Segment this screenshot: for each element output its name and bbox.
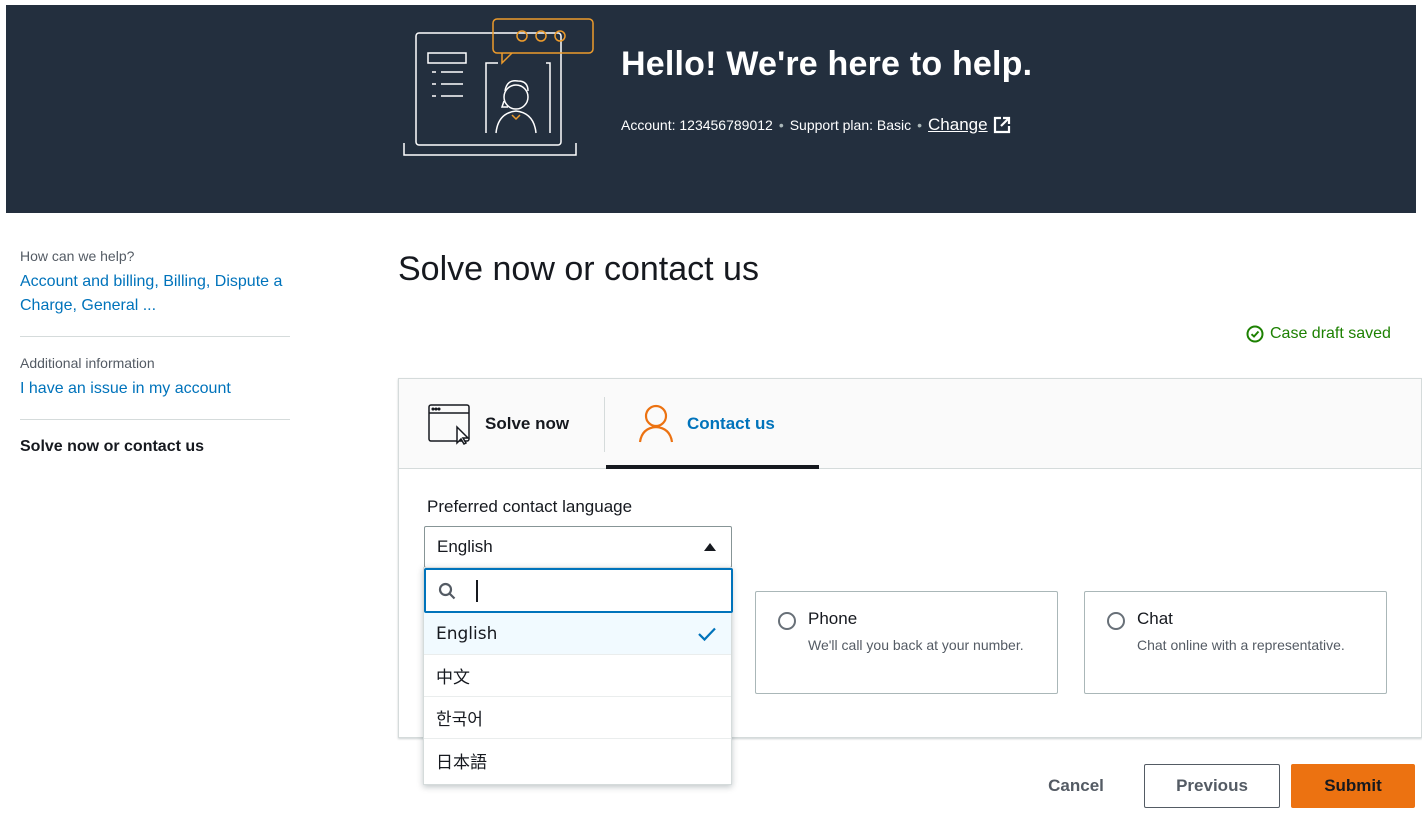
draft-status: Case draft saved	[1246, 325, 1391, 343]
phone-option-title: Phone	[808, 609, 858, 628]
page-title: Solve now or contact us	[398, 250, 759, 288]
submit-button[interactable]: Submit	[1291, 764, 1415, 808]
phone-radio[interactable]	[778, 612, 796, 630]
change-plan-link[interactable]: Change	[928, 115, 1011, 135]
contact-option-phone[interactable]: Phone We'll call you back at your number…	[755, 591, 1058, 694]
tab-bar: Solve now Contact us	[399, 379, 1421, 469]
sidebar-link-category[interactable]: Account and billing, Billing, Dispute a …	[20, 270, 290, 318]
check-circle-icon	[1246, 325, 1264, 343]
language-dropdown: English 中文 한국어 日本語	[423, 567, 733, 785]
person-icon	[638, 404, 674, 443]
separator-dot: •	[917, 117, 923, 133]
support-plan: Support plan: Basic	[789, 117, 912, 133]
language-option-korean[interactable]: 한국어	[424, 697, 731, 739]
account-id: Account: 123456789012	[621, 117, 773, 133]
language-option-label: 한국어	[436, 710, 483, 730]
sidebar-divider	[20, 336, 290, 337]
sidebar: How can we help? Account and billing, Bi…	[20, 248, 290, 456]
language-option-label: 日本語	[436, 752, 487, 773]
contact-option-chat[interactable]: Chat Chat online with a representative.	[1084, 591, 1387, 694]
change-link-label: Change	[928, 115, 988, 134]
language-field-label: Preferred contact language	[427, 497, 633, 516]
language-select-value: English	[437, 537, 493, 556]
sidebar-current-step: Solve now or contact us	[20, 438, 205, 455]
chat-option-title: Chat	[1137, 609, 1173, 628]
external-link-icon	[993, 116, 1010, 134]
text-cursor	[476, 579, 478, 602]
language-option-english[interactable]: English	[424, 613, 731, 655]
language-option-chinese[interactable]: 中文	[424, 655, 731, 697]
tab-contact-us-label: Contact us	[687, 414, 775, 433]
language-search-input[interactable]	[424, 568, 733, 613]
hero-banner: Hello! We're here to help. Account: 1234…	[6, 5, 1416, 213]
separator-dot: •	[778, 117, 784, 133]
tab-divider	[604, 397, 605, 452]
chat-radio[interactable]	[1107, 612, 1125, 630]
caret-up-icon	[704, 543, 716, 551]
language-option-label: English	[436, 623, 498, 644]
account-info: Account: 123456789012 • Support plan: Ba…	[621, 115, 1011, 135]
search-icon	[438, 582, 456, 599]
tab-solve-now[interactable]: Solve now	[427, 379, 569, 469]
browser-cursor-icon	[428, 404, 470, 445]
language-option-japanese[interactable]: 日本語	[424, 739, 731, 781]
sidebar-heading-additional: Additional information	[20, 355, 155, 371]
sidebar-heading-help: How can we help?	[20, 248, 135, 264]
language-option-label: 中文	[436, 668, 470, 688]
tab-solve-now-label: Solve now	[485, 414, 570, 433]
language-select[interactable]: English	[424, 526, 732, 568]
active-tab-indicator	[606, 465, 819, 469]
sidebar-link-additional-info[interactable]: I have an issue in my account	[20, 377, 290, 401]
previous-button[interactable]: Previous	[1144, 764, 1280, 808]
draft-status-text: Case draft saved	[1270, 325, 1391, 342]
sidebar-divider	[20, 419, 290, 420]
chat-option-description: Chat online with a representative.	[1137, 637, 1345, 653]
support-illustration	[403, 18, 594, 156]
hero-title: Hello! We're here to help.	[621, 45, 1033, 83]
phone-option-description: We'll call you back at your number.	[808, 637, 1024, 653]
cancel-button[interactable]: Cancel	[1030, 764, 1122, 808]
tab-contact-us[interactable]: Contact us	[637, 379, 775, 469]
checkmark-icon	[698, 627, 716, 641]
